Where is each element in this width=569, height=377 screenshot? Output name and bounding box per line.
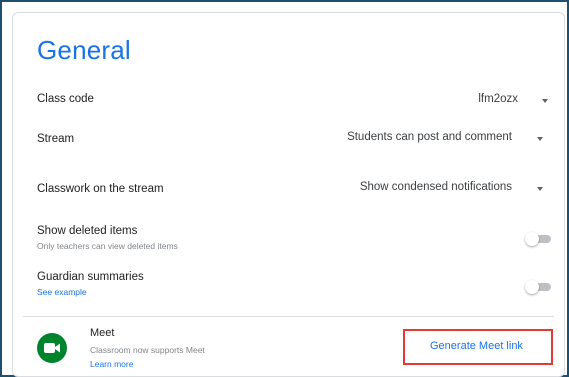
- class-code-chevron-down-icon[interactable]: [542, 99, 548, 103]
- class-code-value[interactable]: lfm2ozx: [478, 93, 518, 105]
- meet-description: Classroom now supports Meet: [90, 345, 205, 355]
- guardian-summaries-toggle[interactable]: [525, 280, 551, 294]
- generate-meet-link-button[interactable]: Generate Meet link: [430, 340, 523, 352]
- classwork-stream-row: Classwork on the stream Show condensed n…: [13, 165, 564, 213]
- guardian-summaries-label: Guardian summaries: [37, 271, 144, 283]
- stream-select[interactable]: Students can post and comment: [347, 131, 512, 143]
- classwork-stream-select[interactable]: Show condensed notifications: [360, 181, 512, 193]
- stream-label: Stream: [37, 133, 75, 145]
- google-meet-icon: [37, 333, 67, 363]
- stream-row: Stream Students can post and comment: [13, 117, 564, 165]
- stream-chevron-down-icon[interactable]: [537, 137, 543, 141]
- toggle-knob: [525, 280, 539, 294]
- general-settings-card: General Class code lfm2ozx Stream Studen…: [12, 12, 565, 377]
- classwork-stream-label: Classwork on the stream: [37, 183, 164, 195]
- guardian-summaries-row: Guardian summaries See example: [13, 263, 564, 311]
- section-title: General: [37, 35, 131, 65]
- show-deleted-items-label: Show deleted items: [37, 225, 138, 237]
- screenshot-frame: General Class code lfm2ozx Stream Studen…: [2, 2, 567, 377]
- show-deleted-items-toggle[interactable]: [525, 232, 551, 246]
- show-deleted-items-row: Show deleted items Only teachers can vie…: [13, 217, 564, 265]
- section-divider: [23, 316, 554, 317]
- learn-more-link[interactable]: Learn more: [90, 359, 133, 369]
- toggle-knob: [525, 232, 539, 246]
- class-code-label: Class code: [37, 93, 94, 105]
- classwork-stream-chevron-down-icon[interactable]: [537, 187, 543, 191]
- see-example-link[interactable]: See example: [37, 287, 87, 297]
- meet-title: Meet: [90, 327, 115, 339]
- show-deleted-items-description: Only teachers can view deleted items: [37, 241, 178, 251]
